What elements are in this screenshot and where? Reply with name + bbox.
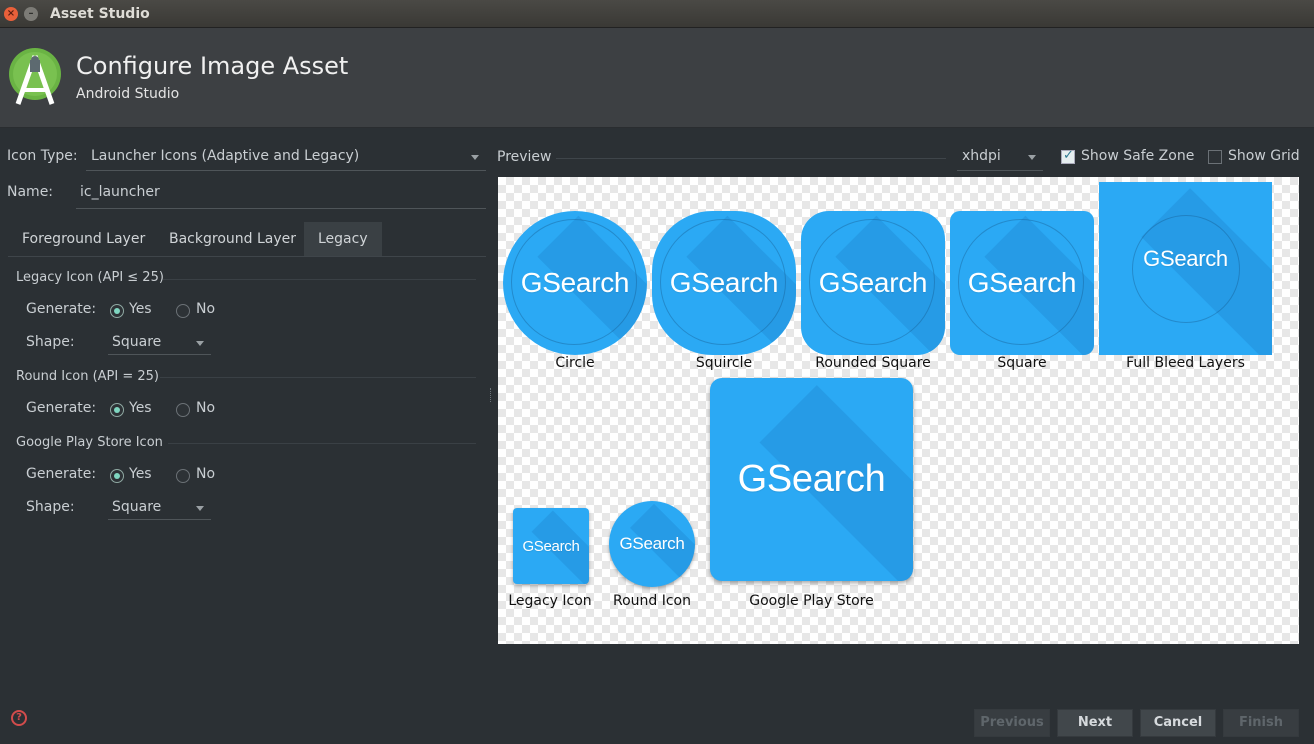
minimize-window-button[interactable]: –: [24, 7, 38, 21]
window-title-bar: × – Asset Studio: [0, 0, 1314, 28]
icon-text: GSearch: [737, 458, 886, 500]
preview-icon-play-store: GSearch: [710, 378, 913, 581]
play-shape-label: Shape:: [26, 499, 75, 515]
icon-text: GSearch: [520, 267, 630, 298]
play-generate-yes-label[interactable]: Yes: [129, 466, 152, 482]
caption-rounded-square: Rounded Square: [815, 355, 931, 371]
help-icon[interactable]: ?: [11, 710, 27, 726]
preview-icon-round: GSearch: [609, 501, 695, 587]
icon-type-underline: [86, 170, 486, 171]
play-generate-no-radio[interactable]: [176, 469, 190, 483]
finish-button[interactable]: Finish: [1223, 709, 1299, 737]
show-grid-label[interactable]: Show Grid: [1228, 148, 1300, 164]
tab-legacy[interactable]: Legacy: [304, 222, 382, 256]
density-select[interactable]: xhdpi: [962, 148, 1001, 164]
legacy-generate-yes-radio[interactable]: [110, 304, 124, 318]
play-shape-underline: [108, 519, 211, 520]
android-studio-logo-icon: [9, 48, 61, 105]
preview-canvas: GSearch Circle GSearch Squircle GSearch …: [498, 177, 1299, 644]
play-store-section-title: Google Play Store Icon: [16, 435, 163, 450]
legacy-generate-label: Generate:: [26, 301, 97, 317]
chevron-down-icon[interactable]: [196, 506, 204, 511]
legacy-shape-underline: [108, 354, 211, 355]
legacy-generate-no-radio[interactable]: [176, 304, 190, 318]
close-window-button[interactable]: ×: [4, 7, 18, 21]
tab-foreground-layer[interactable]: Foreground Layer: [8, 222, 159, 256]
play-shape-select[interactable]: Square: [112, 499, 161, 515]
icon-text: GSearch: [669, 267, 779, 298]
round-generate-yes-label[interactable]: Yes: [129, 400, 152, 416]
legacy-generate-yes-label[interactable]: Yes: [129, 301, 152, 317]
caption-circle: Circle: [555, 355, 595, 371]
caption-legacy: Legacy Icon: [508, 593, 592, 609]
preview-icon-legacy: GSearch: [513, 508, 589, 584]
legacy-shape-select[interactable]: Square: [112, 334, 161, 350]
show-safe-zone-checkbox[interactable]: [1061, 148, 1075, 164]
icon-type-select[interactable]: Launcher Icons (Adaptive and Legacy): [91, 148, 359, 164]
density-underline: [957, 170, 1043, 171]
play-generate-no-label[interactable]: No: [196, 466, 215, 482]
icon-text: GSearch: [522, 537, 580, 555]
preview-label: Preview: [497, 149, 552, 165]
legacy-icon-section-title: Legacy Icon (API ≤ 25): [16, 270, 164, 285]
preview-divider: [556, 158, 946, 159]
name-field-underline: [76, 208, 486, 209]
chevron-down-icon[interactable]: [1028, 155, 1036, 160]
page-subtitle: Android Studio: [76, 86, 180, 102]
icon-text: GSearch: [619, 534, 685, 553]
icon-type-label: Icon Type:: [7, 148, 78, 164]
name-field[interactable]: ic_launcher: [80, 184, 160, 200]
section-divider: [163, 279, 476, 280]
next-button[interactable]: Next: [1057, 709, 1133, 737]
section-divider: [168, 443, 476, 444]
preview-icon-rounded-square: GSearch: [801, 211, 945, 355]
legacy-shape-label: Shape:: [26, 334, 75, 350]
legacy-generate-no-label[interactable]: No: [196, 301, 215, 317]
cancel-button[interactable]: Cancel: [1140, 709, 1216, 737]
page-title: Configure Image Asset: [76, 52, 349, 80]
icon-text: GSearch: [818, 267, 928, 298]
window-title: Asset Studio: [50, 6, 150, 22]
chevron-down-icon[interactable]: [471, 155, 479, 160]
caption-play-store: Google Play Store: [749, 593, 874, 609]
play-generate-yes-radio[interactable]: [110, 469, 124, 483]
round-icon-section-title: Round Icon (API = 25): [16, 369, 159, 384]
icon-text: GSearch: [1143, 245, 1228, 271]
icon-text: GSearch: [967, 267, 1077, 298]
wizard-header: Configure Image Asset Android Studio: [0, 28, 1314, 128]
tab-divider: [8, 256, 486, 257]
round-generate-no-radio[interactable]: [176, 403, 190, 417]
show-grid-checkbox[interactable]: [1208, 150, 1222, 164]
show-safe-zone-label[interactable]: Show Safe Zone: [1081, 148, 1194, 164]
round-generate-no-label[interactable]: No: [196, 400, 215, 416]
round-generate-label: Generate:: [26, 400, 97, 416]
previous-button[interactable]: Previous: [974, 709, 1050, 737]
section-divider: [160, 377, 476, 378]
caption-full-bleed: Full Bleed Layers: [1126, 355, 1245, 371]
chevron-down-icon[interactable]: [196, 341, 204, 346]
caption-squircle: Squircle: [695, 355, 753, 371]
play-generate-label: Generate:: [26, 466, 97, 482]
preview-icon-square: GSearch: [950, 211, 1094, 355]
preview-icon-full-bleed: GSearch: [1099, 182, 1272, 355]
name-label: Name:: [7, 184, 54, 200]
tab-background-layer[interactable]: Background Layer: [155, 222, 310, 256]
caption-round: Round Icon: [612, 593, 691, 609]
preview-icon-circle: GSearch: [503, 211, 647, 355]
round-generate-yes-radio[interactable]: [110, 403, 124, 417]
splitter-handle[interactable]: [490, 388, 493, 402]
preview-icon-squircle: GSearch: [652, 211, 796, 355]
caption-square: Square: [997, 355, 1047, 371]
